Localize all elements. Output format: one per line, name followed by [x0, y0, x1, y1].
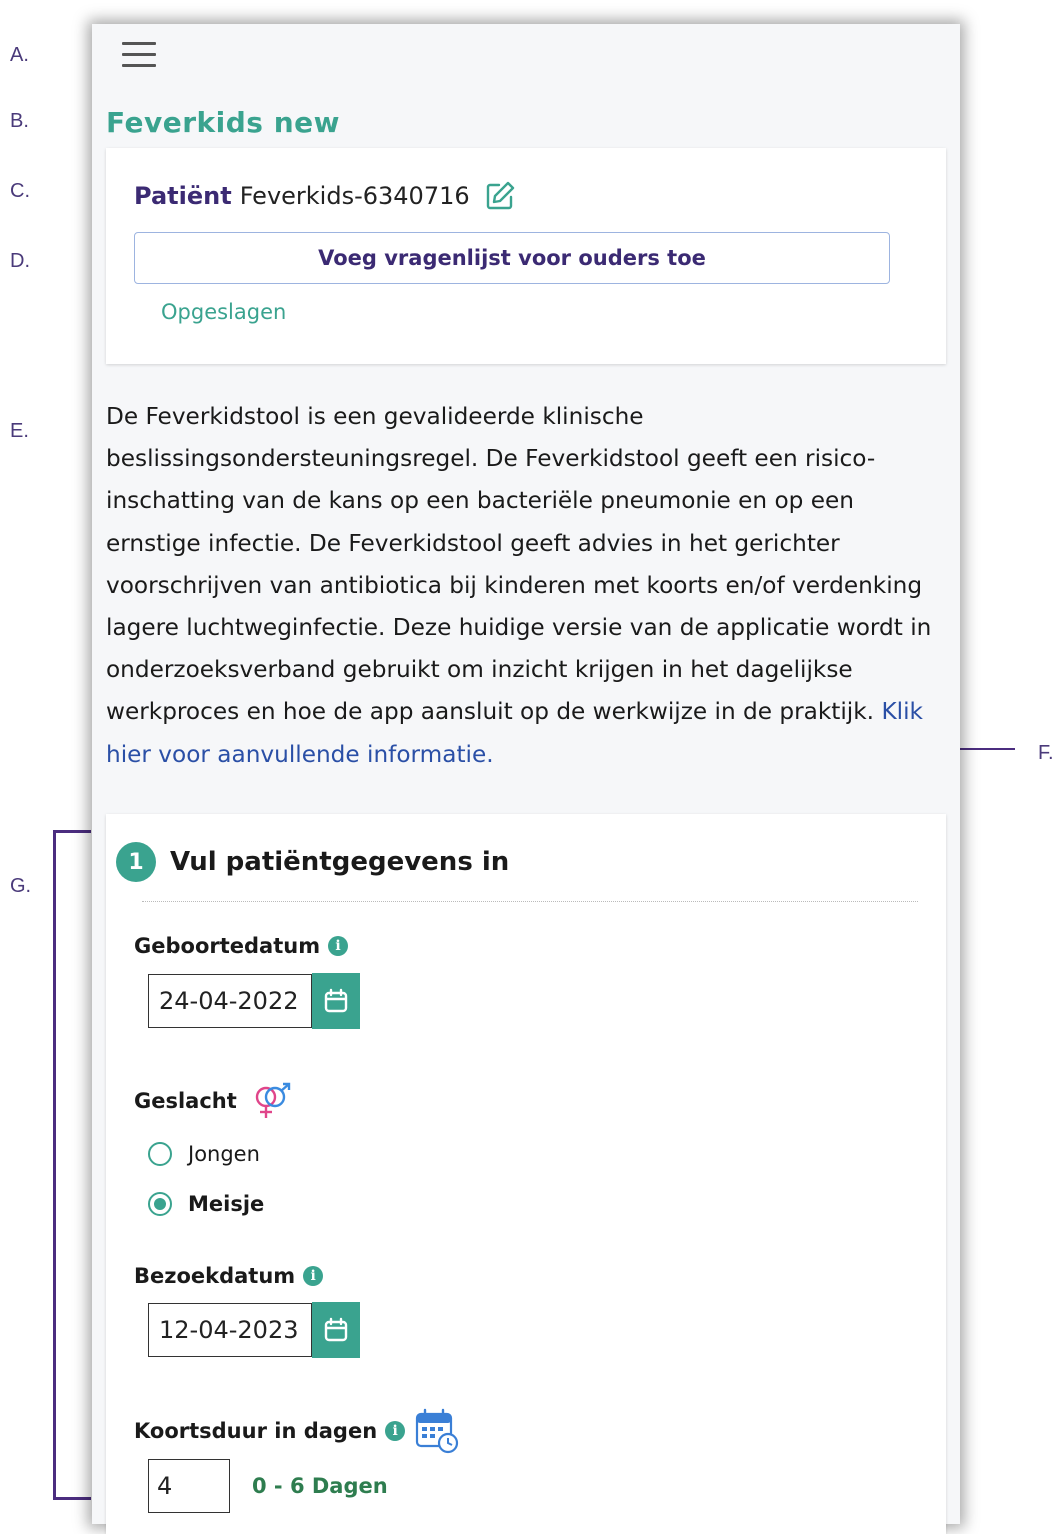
- visit-date-input[interactable]: [148, 1303, 312, 1357]
- description: De Feverkidstool is een gevalideerde kli…: [106, 396, 951, 776]
- calendar-icon: [324, 988, 348, 1013]
- annotation-label-e: E.: [10, 420, 29, 442]
- fever-duration-input[interactable]: [148, 1459, 230, 1513]
- edit-icon[interactable]: [484, 180, 516, 212]
- birthdate-input[interactable]: [148, 974, 312, 1028]
- gender-option-label: Jongen: [188, 1142, 260, 1166]
- birthdate-label: Geboortedatum i: [134, 934, 349, 958]
- calendar-clock-icon[interactable]: [415, 1408, 459, 1454]
- annotation-label-g: G.: [10, 875, 32, 897]
- patient-id: Feverkids-6340716: [239, 182, 470, 210]
- patient-line: Patiënt Feverkids-6340716: [134, 180, 516, 212]
- fever-duration-range: 0 - 6 Dagen: [252, 1474, 388, 1498]
- birthdate-label-text: Geboortedatum: [134, 934, 321, 958]
- add-parent-questionnaire-button[interactable]: Voeg vragenlijst voor ouders toe: [134, 232, 890, 284]
- fever-duration-label-text: Koortsduur in dagen: [134, 1419, 378, 1443]
- gender-option-meisje[interactable]: Meisje: [148, 1192, 264, 1216]
- calendar-icon: [324, 1317, 348, 1342]
- fever-duration-label: Koortsduur in dagen i: [134, 1408, 459, 1454]
- saved-status: Opgeslagen: [161, 300, 287, 324]
- step-title: Vul patiëntgegevens in: [170, 847, 510, 877]
- info-icon[interactable]: i: [328, 936, 349, 956]
- gender-label: Geslacht: [134, 1082, 295, 1120]
- info-icon[interactable]: i: [385, 1421, 406, 1441]
- gender-option-jongen[interactable]: Jongen: [148, 1142, 260, 1166]
- gender-option-label: Meisje: [188, 1192, 265, 1216]
- annotation-label-a: A.: [10, 44, 29, 66]
- gender-label-text: Geslacht: [134, 1089, 237, 1113]
- annotation-label-b: B.: [10, 110, 29, 132]
- annotation-label-d: D.: [10, 250, 30, 272]
- divider: [142, 901, 918, 902]
- annotation-label-c: C.: [10, 180, 30, 202]
- patient-label: Patiënt: [134, 182, 232, 210]
- menu-icon[interactable]: [122, 42, 156, 70]
- step-number-badge: 1: [116, 842, 156, 882]
- patient-data-card: 1 Vul patiëntgegevens in Geboortedatum i…: [106, 814, 946, 1534]
- description-text: De Feverkidstool is een gevalideerde kli…: [106, 403, 932, 726]
- radio-jongen[interactable]: [148, 1142, 172, 1166]
- visit-date-label-text: Bezoekdatum: [134, 1264, 296, 1288]
- visit-date-calendar-button[interactable]: [312, 1302, 360, 1358]
- birthdate-calendar-button[interactable]: [312, 973, 360, 1029]
- app-screen: Feverkids new Patiënt Feverkids-6340716 …: [92, 24, 960, 1534]
- patient-card: Patiënt Feverkids-6340716 Voeg vragenlij…: [106, 148, 946, 364]
- visit-date-label: Bezoekdatum i: [134, 1264, 324, 1288]
- annotation-bracket: [53, 830, 91, 1500]
- info-icon[interactable]: i: [303, 1266, 324, 1286]
- step-header: 1 Vul patiëntgegevens in: [116, 842, 509, 882]
- radio-meisje[interactable]: [148, 1192, 172, 1216]
- app-title: Feverkids new: [106, 106, 340, 139]
- gender-icon: [255, 1082, 290, 1118]
- annotation-label-f: F.: [1038, 742, 1054, 764]
